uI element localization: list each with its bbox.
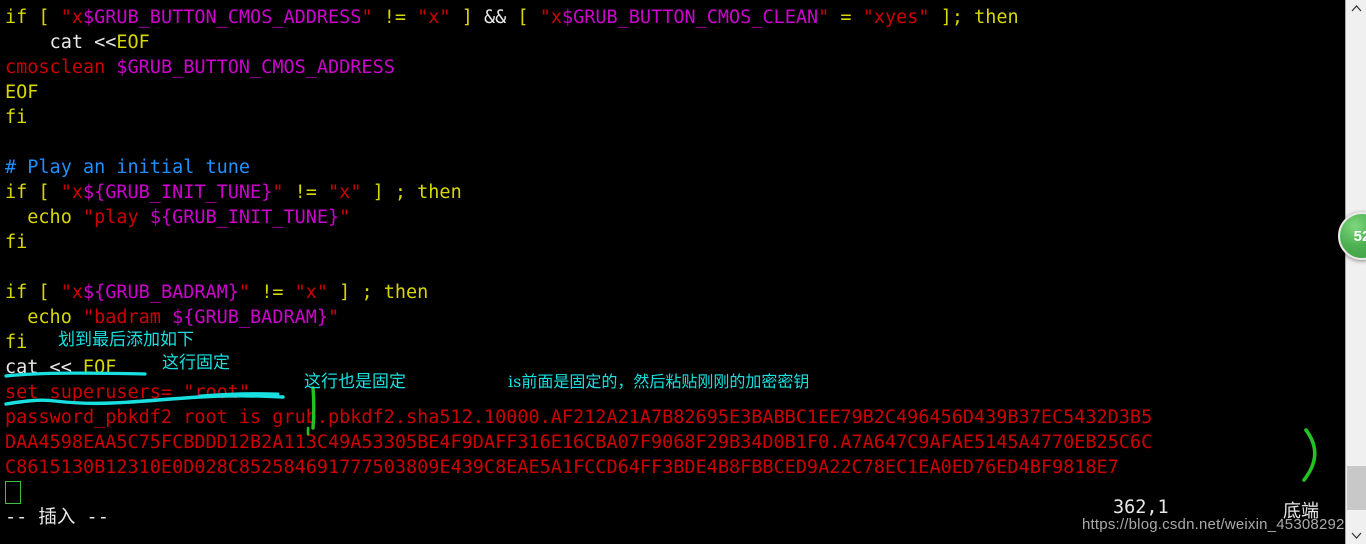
screen: if [ "x$GRUB_BUTTON_CMOS_ADDRESS" != "x"… bbox=[0, 0, 1366, 544]
code-line: echo "play ${GRUB_INIT_TUNE}" bbox=[5, 205, 350, 230]
code-token: << bbox=[82, 32, 117, 53]
code-token: " bbox=[60, 282, 72, 303]
anno-line-fixed: 这行固定 bbox=[162, 353, 230, 373]
anno-scroll-to-end: 划到最后添加如下 bbox=[58, 330, 194, 350]
vim-text-buffer[interactable]: if [ "x$GRUB_BUTTON_CMOS_ADDRESS" != "x"… bbox=[0, 0, 1345, 544]
code-token: " bbox=[818, 7, 830, 28]
code-line: fi bbox=[5, 105, 27, 130]
code-token: " bbox=[339, 207, 351, 228]
code-token: "x" bbox=[417, 7, 451, 28]
csdn-watermark: https://blog.csdn.net/weixin_45308292 bbox=[1082, 516, 1345, 533]
vim-mode-indicator: -- 插入 -- bbox=[5, 507, 109, 528]
annotation-underline-superusers bbox=[4, 392, 285, 406]
code-token: fi bbox=[5, 332, 28, 353]
code-token: ${GRUB_BADRAM} bbox=[82, 282, 239, 303]
code-token: $GRUB_BUTTON_CMOS_CLEAN bbox=[561, 7, 819, 28]
code-line: fi bbox=[5, 330, 27, 355]
code-token: " bbox=[60, 7, 72, 28]
code-token: = bbox=[829, 7, 863, 28]
code-token: [ bbox=[517, 7, 540, 28]
chevron-up-icon bbox=[1351, 5, 1361, 12]
code-token: " bbox=[328, 307, 340, 328]
code-token: EOF bbox=[116, 32, 150, 53]
code-token: ${GRUB_INIT_TUNE} bbox=[82, 182, 273, 203]
code-token: "x" bbox=[294, 282, 329, 303]
code-line: cmosclean $GRUB_BUTTON_CMOS_ADDRESS bbox=[5, 55, 395, 80]
code-token: != bbox=[283, 182, 329, 203]
scrollbar[interactable] bbox=[1345, 0, 1366, 544]
code-token: password_pbkdf2 root is grub.pbkdf2.sha5… bbox=[5, 407, 1153, 428]
code-line: echo "badram ${GRUB_BADRAM}" bbox=[5, 305, 339, 330]
annotation-green-tick-row2 bbox=[306, 426, 310, 436]
code-token: if [ bbox=[5, 7, 61, 28]
code-token: fi bbox=[5, 232, 28, 253]
code-token: $GRUB_BUTTON_CMOS_ADDRESS bbox=[82, 7, 362, 28]
scrollbar-thumb[interactable] bbox=[1347, 466, 1366, 510]
code-token: " bbox=[82, 207, 95, 228]
scrollbar-up-arrow-icon[interactable] bbox=[1346, 0, 1366, 17]
code-token: != bbox=[250, 282, 295, 303]
code-token: $GRUB_BUTTON_CMOS_ADDRESS bbox=[116, 57, 395, 78]
code-token: ] ; then bbox=[361, 182, 462, 203]
code-token: != bbox=[372, 7, 418, 28]
code-token: " bbox=[361, 7, 373, 28]
code-token: x bbox=[71, 182, 83, 203]
vim-cursor bbox=[5, 481, 21, 504]
code-token: cmosclean bbox=[5, 57, 117, 78]
notification-count-label: 52 bbox=[1353, 227, 1366, 245]
code-token: EOF bbox=[5, 82, 39, 103]
anno-line-also-fixed: 这行也是固定 bbox=[304, 372, 406, 392]
code-line: if [ "x${GRUB_INIT_TUNE}" != "x" ] ; the… bbox=[5, 180, 462, 205]
code-token: " bbox=[60, 182, 72, 203]
code-token: echo bbox=[5, 207, 83, 228]
code-line: DAA4598EAA5C75FCBDDD12B2A113C49A53305BE4… bbox=[5, 430, 1152, 455]
code-token: if [ bbox=[5, 182, 61, 203]
code-token: ${GRUB_BADRAM} bbox=[172, 307, 329, 328]
code-token: " bbox=[238, 282, 251, 303]
code-token: ] bbox=[450, 7, 473, 28]
annotation-green-bracket-end bbox=[1302, 428, 1317, 482]
code-token: " bbox=[82, 307, 95, 328]
code-token: DAA4598EAA5C75FCBDDD12B2A113C49A53305BE4… bbox=[5, 432, 1153, 453]
code-token: x bbox=[71, 282, 83, 303]
code-token: if [ bbox=[5, 282, 61, 303]
code-token: x bbox=[550, 7, 562, 28]
chevron-down-icon bbox=[1351, 532, 1361, 539]
code-token: && bbox=[472, 7, 518, 28]
code-token: "x" bbox=[328, 182, 362, 203]
code-token: " bbox=[272, 182, 284, 203]
code-line: # Play an initial tune bbox=[5, 155, 250, 180]
code-token: ${GRUB_INIT_TUNE} bbox=[149, 207, 340, 228]
code-line: fi bbox=[5, 230, 27, 255]
code-token: " bbox=[539, 7, 551, 28]
code-token: play bbox=[94, 207, 150, 228]
code-token: # Play an initial tune bbox=[5, 157, 251, 178]
code-line: cat <<EOF bbox=[5, 30, 150, 55]
code-line: if [ "x${GRUB_BADRAM}" != "x" ] ; then bbox=[5, 280, 428, 305]
scrollbar-down-arrow-icon[interactable] bbox=[1346, 527, 1366, 544]
code-token: "xyes" bbox=[862, 7, 930, 28]
code-line: if [ "x$GRUB_BUTTON_CMOS_ADDRESS" != "x"… bbox=[5, 5, 1019, 30]
code-token: badram bbox=[94, 307, 173, 328]
code-token: ] ; then bbox=[328, 282, 429, 303]
code-token: ]; then bbox=[929, 7, 1019, 28]
code-token: cat bbox=[49, 32, 83, 53]
code-token: fi bbox=[5, 107, 28, 128]
code-line: EOF bbox=[5, 80, 38, 105]
code-line: C8615130B12310E0D028C852584691777503809E… bbox=[5, 455, 1119, 480]
code-token: C8615130B12310E0D028C852584691777503809E… bbox=[5, 457, 1119, 478]
code-token: echo bbox=[5, 307, 83, 328]
anno-is-prefix-fixed: is前面是固定的，然后粘贴刚刚的加密密钥 bbox=[508, 372, 810, 391]
code-token: x bbox=[71, 7, 83, 28]
